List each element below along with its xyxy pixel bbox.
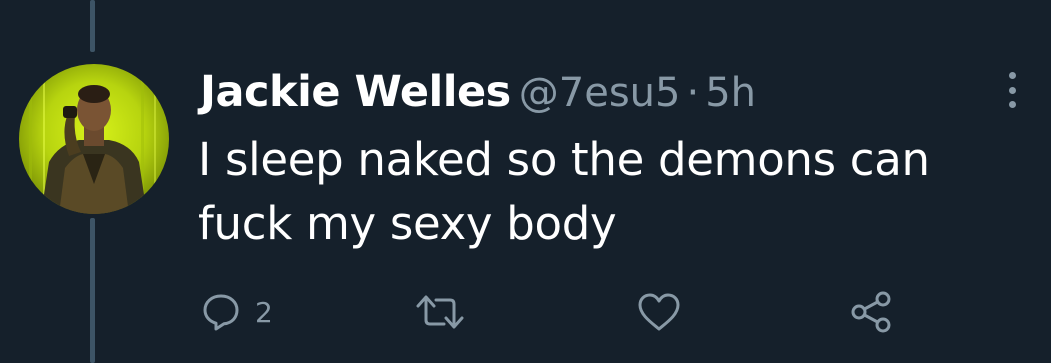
more-options-icon[interactable] (994, 68, 1030, 112)
reply-button[interactable]: 2 (201, 288, 273, 336)
more-dot (1008, 101, 1016, 108)
retweet-icon (416, 295, 464, 329)
tweet-header: Jackie Welles @7esu5 · 5h (200, 62, 756, 122)
avatar[interactable] (19, 64, 169, 214)
like-button[interactable] (636, 288, 682, 336)
heart-icon (638, 293, 680, 331)
more-dot (1008, 72, 1016, 79)
retweet-button[interactable] (414, 288, 466, 336)
display-name[interactable]: Jackie Welles (200, 67, 511, 117)
share-button[interactable] (850, 288, 894, 336)
user-handle[interactable]: @7esu5 (519, 70, 681, 116)
separator-dot: · (686, 70, 700, 116)
more-dot (1008, 86, 1016, 94)
action-bar: 2 (0, 288, 1051, 336)
share-icon (851, 291, 891, 333)
avatar-image (29, 64, 156, 214)
tweet-text: I sleep naked so the demons can fuck my … (198, 133, 930, 250)
timestamp[interactable]: 5h (705, 70, 756, 116)
thread-line-top (90, 0, 95, 52)
reply-count: 2 (255, 295, 273, 329)
reply-icon (203, 294, 239, 331)
